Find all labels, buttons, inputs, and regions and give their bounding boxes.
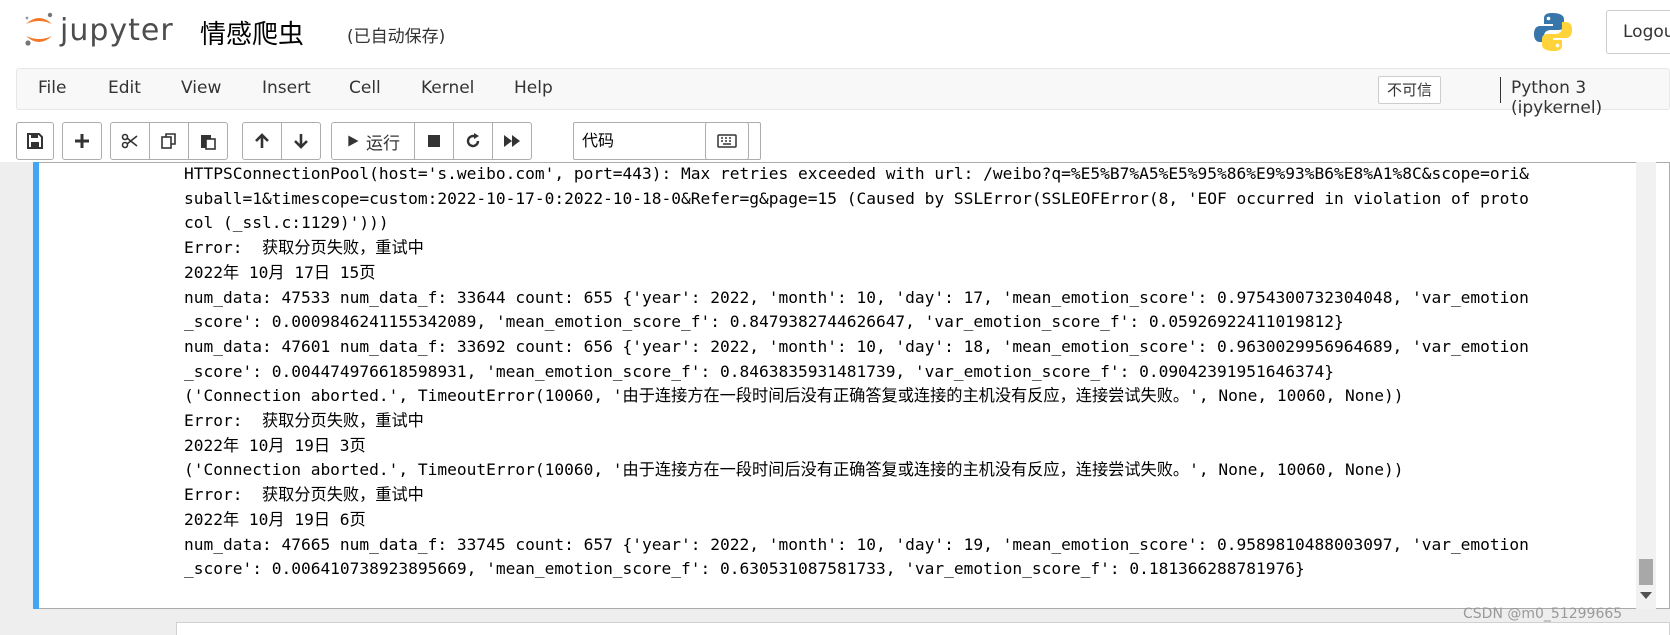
arrow-up-icon [255,133,269,148]
copy-icon [161,133,176,149]
paste-button[interactable] [188,122,228,160]
play-icon [348,135,359,147]
arrow-down-icon [294,134,308,149]
menu-insert[interactable]: Insert [262,78,311,98]
output-line: _score': 0.0009846241155342089, 'mean_em… [184,312,1344,332]
menu-edit[interactable]: Edit [108,78,141,98]
cut-button[interactable] [110,122,150,160]
cell-selection-bar [33,162,39,609]
menu-file[interactable]: File [38,78,66,98]
output-line: _score': 0.006410738923895669, 'mean_emo… [184,559,1305,579]
run-button[interactable]: 运行 [331,122,415,160]
output-line: ('Connection aborted.', TimeoutError(100… [184,460,1404,480]
notebook-name[interactable]: 情感爬虫 [200,14,304,51]
save-icon [27,133,43,149]
output-line: HTTPSConnectionPool(host='s.weibo.com', … [184,164,1529,183]
menubar: File Edit View Insert Cell Kernel Help 不… [16,68,1670,118]
trust-indicator[interactable]: 不可信 [1378,76,1442,104]
brand-name: jupyter [60,12,174,48]
python-logo-icon [1534,13,1572,51]
command-palette-button[interactable] [705,122,749,160]
autosave-status: (已自动保存) [347,27,446,47]
jupyter-logo-icon [25,12,53,46]
next-cell[interactable] [176,622,1670,635]
scroll-down-arrow-icon[interactable] [1640,592,1652,599]
logout-button[interactable]: Logout [1606,10,1670,54]
output-scrollbar[interactable] [1636,162,1656,609]
scrollbar-thumb[interactable] [1639,559,1653,585]
toolbar: 运行 代码 [16,122,1670,162]
output-line: Error: 获取分页失败，重试中 [184,238,424,258]
output-line: num_data: 47533 num_data_f: 33644 count:… [184,287,1529,307]
move-down-button[interactable] [281,122,321,160]
watermark: CSDN @m0_51299665 [1463,606,1623,622]
jupyter-logo[interactable]: jupyter [22,10,174,50]
output-line: _score': 0.004474976618598931, 'mean_emo… [184,361,1334,381]
restart-run-all-button[interactable] [492,122,532,160]
menu-view[interactable]: View [181,78,221,98]
output-line: 2022年 10月 19日 6页 [184,509,366,529]
plus-icon [75,134,89,148]
paste-icon [201,135,216,150]
kernel-separator [1500,77,1501,103]
menu-cell[interactable]: Cell [349,78,381,98]
menu-help[interactable]: Help [514,78,553,98]
output-line: 2022年 10月 19日 3页 [184,435,366,455]
output-line: Error: 获取分页失败，重试中 [184,485,424,505]
kernel-indicator[interactable]: Python 3 (ipykernel) [1511,78,1669,118]
cell-output: HTTPSConnectionPool(host='s.weibo.com', … [184,162,1614,609]
output-line: col (_ssl.c:1129)'))) [184,213,389,233]
stop-icon [428,135,440,147]
run-label: 运行 [366,133,400,154]
move-up-button[interactable] [242,122,282,160]
output-line: Error: 获取分页失败，重试中 [184,411,424,431]
output-line: ('Connection aborted.', TimeoutError(100… [184,386,1404,406]
interrupt-button[interactable] [414,122,454,160]
header: jupyter 情感爬虫 (已自动保存) Logout [0,0,1670,64]
insert-cell-button[interactable] [62,122,102,160]
restart-icon [466,133,480,148]
save-button[interactable] [16,122,54,160]
output-line: num_data: 47665 num_data_f: 33745 count:… [184,534,1529,554]
keyboard-icon [717,134,737,148]
output-line: num_data: 47601 num_data_f: 33692 count:… [184,336,1529,356]
fast-forward-icon [504,135,520,147]
output-line: 2022年 10月 17日 15页 [184,262,376,282]
restart-button[interactable] [453,122,493,160]
cell-type-value: 代码 [582,131,615,150]
menu-kernel[interactable]: Kernel [421,78,474,98]
notebook-area: HTTPSConnectionPool(host='s.weibo.com', … [0,162,1670,635]
copy-button[interactable] [149,122,189,160]
output-line: suball=1&timescope=custom:2022-10-17-0:2… [184,188,1529,208]
scissors-icon [121,133,138,149]
